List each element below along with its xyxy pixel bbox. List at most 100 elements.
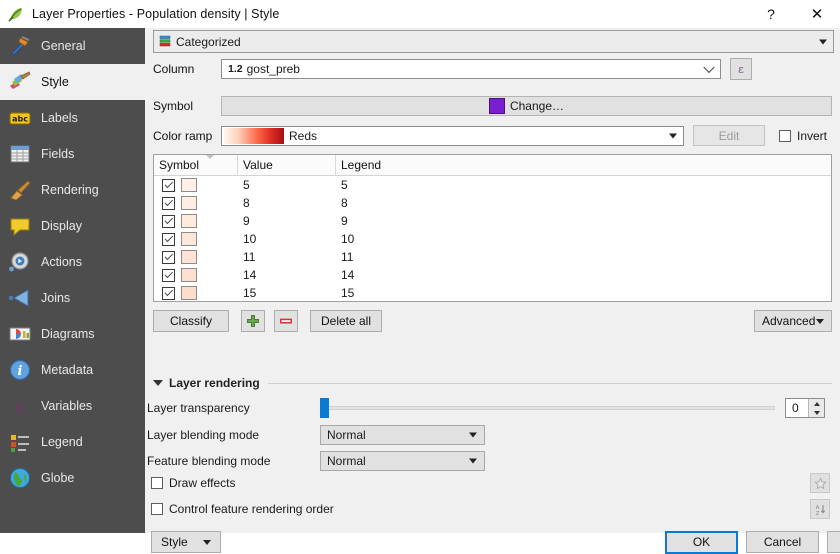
- spin-down-button[interactable]: [809, 408, 824, 417]
- close-button[interactable]: ✕: [794, 0, 840, 28]
- color-ramp-select[interactable]: Reds: [221, 125, 684, 146]
- table-row[interactable]: 5 5: [154, 176, 831, 194]
- row-legend[interactable]: 8: [336, 196, 831, 210]
- row-color-swatch[interactable]: [181, 250, 197, 264]
- row-value[interactable]: 14: [238, 268, 336, 282]
- transparency-spinbox[interactable]: 0: [785, 398, 825, 418]
- slider-handle[interactable]: [320, 398, 329, 418]
- row-checkbox[interactable]: [162, 232, 175, 246]
- sidebar-item-metadata[interactable]: i Metadata: [0, 352, 145, 388]
- column-select[interactable]: 1.2 gost_preb: [221, 59, 721, 79]
- title-bar: Layer Properties - Population density | …: [0, 0, 840, 28]
- spin-up-button[interactable]: [809, 399, 824, 408]
- row-symbol-cell[interactable]: [154, 178, 238, 192]
- sidebar-item-legend[interactable]: Legend: [0, 424, 145, 460]
- row-color-swatch[interactable]: [181, 286, 197, 300]
- layer-blending-select[interactable]: Normal: [320, 425, 485, 445]
- row-symbol-cell[interactable]: [154, 214, 238, 228]
- row-checkbox[interactable]: [162, 286, 175, 300]
- row-value[interactable]: 11: [238, 250, 336, 264]
- row-legend[interactable]: 9: [336, 214, 831, 228]
- row-legend[interactable]: 5: [336, 178, 831, 192]
- sidebar-item-joins[interactable]: Joins: [0, 280, 145, 316]
- apply-button[interactable]: Apply: [827, 531, 840, 553]
- sidebar-item-labels[interactable]: abc Labels: [0, 100, 145, 136]
- table-row[interactable]: 9 9: [154, 212, 831, 230]
- row-checkbox[interactable]: [162, 250, 175, 264]
- add-class-button[interactable]: [241, 310, 265, 332]
- chevron-down-icon: [816, 318, 824, 324]
- row-legend[interactable]: 11: [336, 250, 831, 264]
- row-color-swatch[interactable]: [181, 214, 197, 228]
- row-checkbox[interactable]: [162, 178, 175, 192]
- classes-table[interactable]: Symbol Value Legend 5 5 8 8 9 9 10 10 11…: [153, 154, 832, 302]
- row-color-swatch[interactable]: [181, 232, 197, 246]
- row-color-swatch[interactable]: [181, 196, 197, 210]
- row-legend[interactable]: 14: [336, 268, 831, 282]
- sidebar-item-style[interactable]: Style: [0, 64, 145, 100]
- sidebar-item-general[interactable]: General: [0, 28, 145, 64]
- sidebar-item-label: Rendering: [41, 183, 99, 197]
- row-color-swatch[interactable]: [181, 268, 197, 282]
- chevron-down-icon: [819, 39, 827, 44]
- symbol-change-button[interactable]: Change…: [221, 96, 832, 116]
- control-order-checkbox[interactable]: Control feature rendering order: [151, 502, 334, 516]
- row-value[interactable]: 9: [238, 214, 336, 228]
- sidebar-item-diagrams[interactable]: Diagrams: [0, 316, 145, 352]
- row-color-swatch[interactable]: [181, 178, 197, 192]
- ok-button[interactable]: OK: [665, 530, 738, 554]
- help-button[interactable]: ?: [748, 0, 794, 28]
- row-symbol-cell[interactable]: [154, 286, 238, 300]
- sidebar-item-fields[interactable]: Fields: [0, 136, 145, 172]
- renderer-type-combo[interactable]: Categorized: [153, 30, 834, 53]
- layer-rendering-group-header[interactable]: Layer rendering: [153, 376, 832, 390]
- row-checkbox[interactable]: [162, 214, 175, 228]
- rendering-order-button[interactable]: A Z: [810, 499, 830, 519]
- row-symbol-cell[interactable]: [154, 250, 238, 264]
- sidebar-item-globe[interactable]: Globe: [0, 460, 145, 496]
- sidebar-item-label: Metadata: [41, 363, 94, 377]
- table-header: Symbol Value Legend: [154, 155, 831, 176]
- sidebar-item-label: Display: [41, 219, 82, 233]
- sidebar-item-display[interactable]: Display: [0, 208, 145, 244]
- table-row[interactable]: 14 14: [154, 266, 831, 284]
- feature-blending-select[interactable]: Normal: [320, 451, 485, 471]
- style-menu-button[interactable]: Style: [151, 531, 221, 553]
- table-row[interactable]: 15 15: [154, 284, 831, 301]
- remove-class-button[interactable]: [274, 310, 298, 332]
- draw-effects-checkbox[interactable]: Draw effects: [151, 476, 235, 490]
- spinner-buttons[interactable]: [808, 399, 824, 417]
- classify-button[interactable]: Classify: [153, 310, 229, 332]
- row-symbol-cell[interactable]: [154, 268, 238, 282]
- row-checkbox[interactable]: [162, 268, 175, 282]
- advanced-label: Advanced: [762, 314, 816, 328]
- table-row[interactable]: 11 11: [154, 248, 831, 266]
- row-legend[interactable]: 10: [336, 232, 831, 246]
- sidebar-item-variables[interactable]: ε Variables: [0, 388, 145, 424]
- row-symbol-cell[interactable]: [154, 232, 238, 246]
- row-value[interactable]: 10: [238, 232, 336, 246]
- transparency-slider[interactable]: [320, 398, 775, 418]
- chevron-down-icon: [469, 458, 477, 464]
- row-legend[interactable]: 15: [336, 286, 831, 300]
- column-header-legend[interactable]: Legend: [336, 155, 831, 175]
- sidebar-item-rendering[interactable]: Rendering: [0, 172, 145, 208]
- row-value[interactable]: 5: [238, 178, 336, 192]
- row-checkbox[interactable]: [162, 196, 175, 210]
- edit-ramp-button[interactable]: Edit: [693, 125, 765, 146]
- column-header-symbol[interactable]: Symbol: [154, 155, 238, 175]
- table-row[interactable]: 8 8: [154, 194, 831, 212]
- cancel-button[interactable]: Cancel: [746, 531, 819, 553]
- row-value[interactable]: 15: [238, 286, 336, 300]
- effects-settings-button[interactable]: [810, 473, 830, 493]
- row-value[interactable]: 8: [238, 196, 336, 210]
- row-symbol-cell[interactable]: [154, 196, 238, 210]
- table-row[interactable]: 10 10: [154, 230, 831, 248]
- delete-all-button[interactable]: Delete all: [310, 310, 382, 332]
- sidebar-item-label: Style: [41, 75, 69, 89]
- advanced-button[interactable]: Advanced: [754, 310, 832, 332]
- column-header-value[interactable]: Value: [238, 155, 336, 175]
- expression-button[interactable]: ε: [730, 58, 752, 80]
- sidebar-item-actions[interactable]: Actions: [0, 244, 145, 280]
- invert-checkbox[interactable]: Invert: [779, 129, 827, 143]
